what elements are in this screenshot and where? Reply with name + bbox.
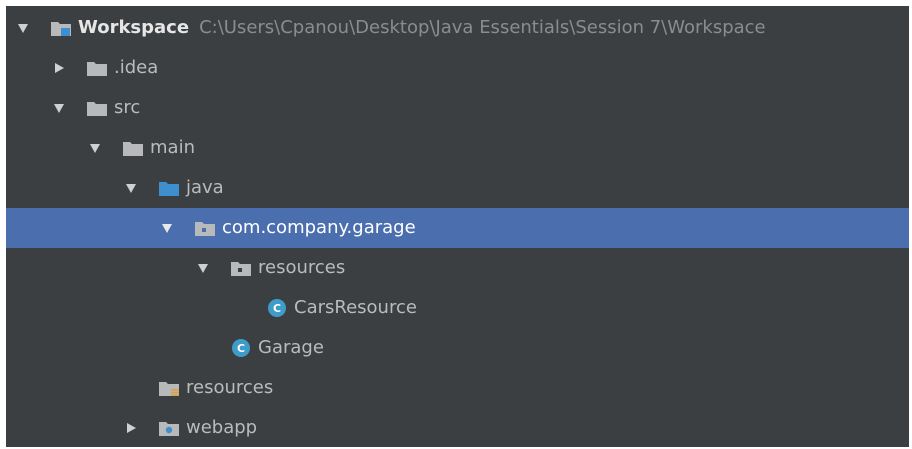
tree-node-webapp[interactable]: webapp (6, 408, 909, 447)
tree-node-label: src (114, 97, 141, 118)
tree-node-java[interactable]: java (6, 168, 909, 208)
svg-text:C: C (273, 302, 281, 315)
tree-node-class-garage[interactable]: C Garage (6, 328, 909, 368)
tree-node-src[interactable]: src (6, 88, 909, 128)
tree-node-label: java (186, 177, 224, 198)
tree-node-class-carsresource[interactable]: C CarsResource (6, 288, 909, 328)
tree-node-idea[interactable]: .idea (6, 48, 909, 88)
tree-node-label: webapp (186, 417, 258, 438)
source-root-folder-icon (158, 178, 180, 198)
expand-arrow-icon[interactable] (16, 21, 30, 35)
java-class-icon: C (230, 338, 252, 358)
module-path: C:\Users\Cpanou\Desktop\Java Essentials\… (199, 17, 766, 38)
web-folder-icon (158, 418, 180, 438)
tree-node-resources-root[interactable]: resources (6, 368, 909, 408)
tree-node-label: Garage (258, 337, 324, 358)
java-class-icon: C (266, 298, 288, 318)
project-tool-window: Workspace C:\Users\Cpanou\Desktop\Java E… (6, 6, 909, 447)
folder-icon (86, 58, 108, 78)
expand-arrow-icon[interactable] (124, 181, 138, 195)
tree-node-label: CarsResource (294, 297, 417, 318)
package-icon (230, 258, 252, 278)
project-tree: Workspace C:\Users\Cpanou\Desktop\Java E… (6, 6, 909, 447)
tree-node-workspace[interactable]: Workspace C:\Users\Cpanou\Desktop\Java E… (6, 8, 909, 48)
folder-icon (122, 138, 144, 158)
svg-text:C: C (237, 342, 245, 355)
tree-node-label: main (150, 137, 195, 158)
tree-node-main[interactable]: main (6, 128, 909, 168)
tree-node-label: com.company.garage (222, 217, 416, 238)
resources-root-folder-icon (158, 378, 180, 398)
tree-node-label: resources (258, 257, 346, 278)
expand-arrow-icon[interactable] (52, 101, 66, 115)
expand-arrow-icon[interactable] (160, 221, 174, 235)
module-folder-icon (50, 18, 72, 38)
expand-arrow-icon[interactable] (88, 141, 102, 155)
collapsed-arrow-icon[interactable] (124, 421, 138, 435)
tree-node-package-garage[interactable]: com.company.garage (6, 208, 909, 248)
package-icon (194, 218, 216, 238)
tree-node-label: Workspace (78, 17, 190, 38)
collapsed-arrow-icon[interactable] (52, 61, 66, 75)
expand-arrow-icon[interactable] (196, 261, 210, 275)
folder-icon (86, 98, 108, 118)
tree-node-package-resources[interactable]: resources (6, 248, 909, 288)
tree-node-label: .idea (114, 57, 159, 78)
tree-node-label: resources (186, 377, 274, 398)
